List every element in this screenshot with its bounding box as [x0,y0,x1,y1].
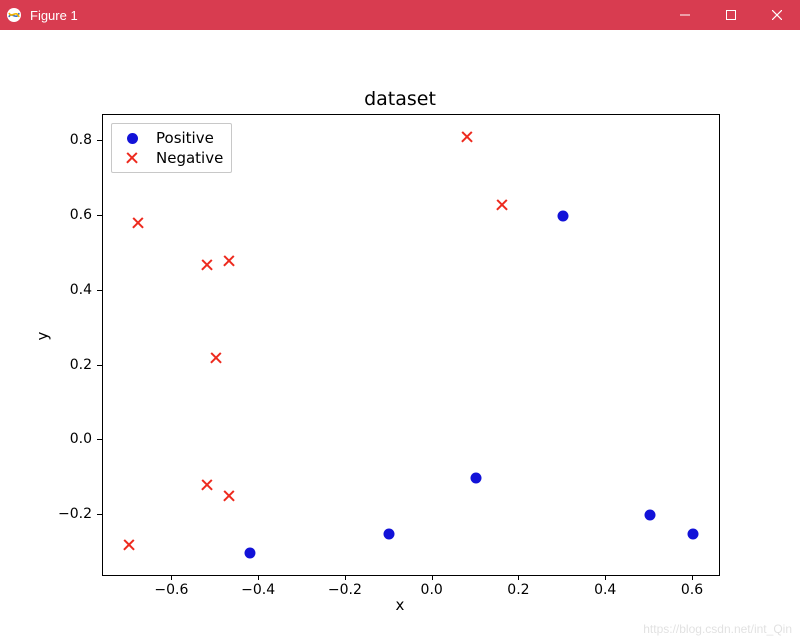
y-tick [97,439,102,440]
data-point-negative [209,351,223,365]
maximize-button[interactable] [708,0,754,30]
x-tick [171,575,172,580]
x-tick-label: −0.2 [328,582,362,598]
figure-canvas: dataset y Positive Negative x https://bl… [0,30,800,642]
window-title: Figure 1 [28,8,662,23]
window-titlebar: Figure 1 [0,0,800,30]
minimize-button[interactable] [662,0,708,30]
app-icon [6,7,22,23]
data-point-negative [122,538,136,552]
x-tick [605,575,606,580]
data-point-positive [687,528,698,539]
data-point-negative [200,258,214,272]
legend-entry-negative: Negative [118,148,223,168]
data-point-negative [495,198,509,212]
x-tick-label: −0.4 [241,582,275,598]
y-tick [97,365,102,366]
y-tick [97,290,102,291]
close-button[interactable] [754,0,800,30]
y-tick-label: 0.0 [52,431,92,447]
data-point-negative [222,489,236,503]
x-tick-label: 0.4 [594,582,616,598]
data-point-negative [131,216,145,230]
y-tick [97,140,102,141]
y-tick-label: 0.8 [52,132,92,148]
x-tick-label: 0.6 [681,582,703,598]
data-point-positive [245,547,256,558]
data-point-positive [471,472,482,483]
y-tick-label: 0.6 [52,207,92,223]
x-tick [692,575,693,580]
data-point-negative [460,130,474,144]
dot-icon [118,133,146,144]
y-tick [97,215,102,216]
data-point-positive [644,510,655,521]
x-tick [432,575,433,580]
legend-label: Positive [156,129,214,147]
x-icon [118,151,146,165]
y-axis-label: y [33,332,51,341]
x-tick-label: 0.2 [507,582,529,598]
x-tick-label: −0.6 [154,582,188,598]
data-point-negative [200,478,214,492]
y-tick-label: 0.4 [52,282,92,298]
x-tick-label: 0.0 [421,582,443,598]
data-point-negative [222,254,236,268]
x-tick [345,575,346,580]
y-tick-label: 0.2 [52,357,92,373]
legend-entry-positive: Positive [118,128,223,148]
x-tick [258,575,259,580]
data-point-positive [557,210,568,221]
y-tick-label: −0.2 [52,506,92,522]
data-point-positive [384,528,395,539]
x-axis-label: x [0,596,800,614]
chart-legend: Positive Negative [111,123,232,173]
y-tick [97,514,102,515]
chart-title: dataset [0,88,800,110]
legend-label: Negative [156,149,223,167]
chart-axes: Positive Negative [102,114,720,576]
x-tick [518,575,519,580]
watermark-text: https://blog.csdn.net/int_Qin [643,622,792,636]
